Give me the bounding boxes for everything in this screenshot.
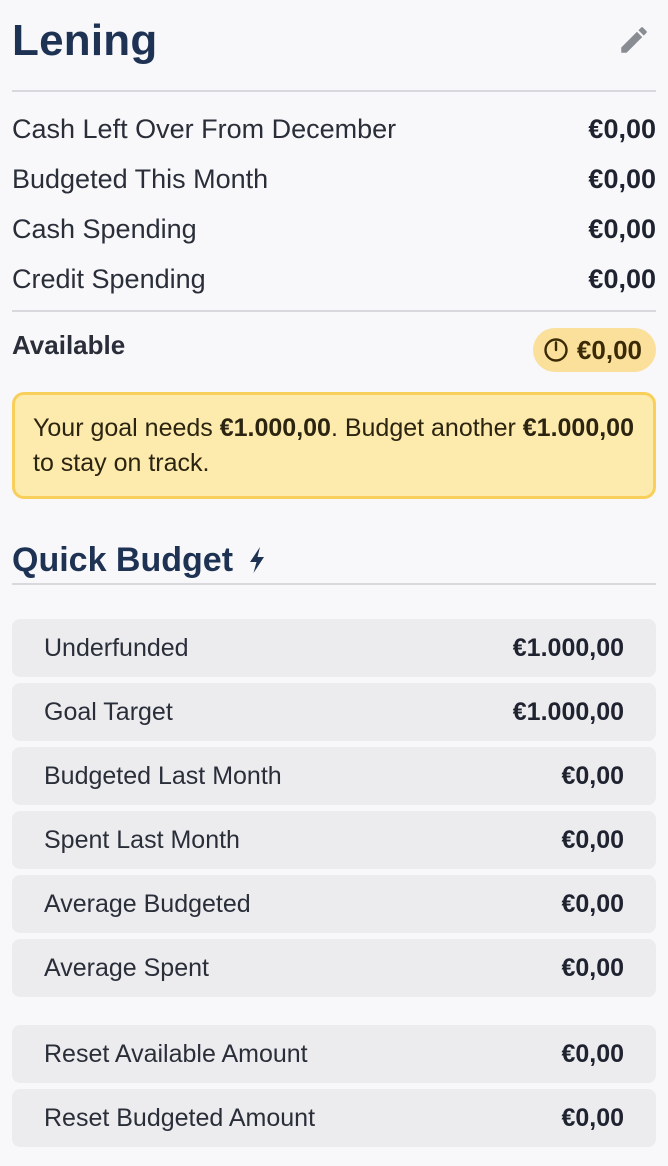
lightning-icon <box>250 547 265 573</box>
summary-row-budgeted-this-month: Budgeted This Month €0,00 <box>12 154 656 204</box>
edit-button[interactable] <box>614 20 654 60</box>
quick-budget-value: €0,00 <box>561 761 624 790</box>
quick-budget-reset-budgeted[interactable]: Reset Budgeted Amount €0,00 <box>12 1089 656 1147</box>
quick-budget-value: €0,00 <box>561 889 624 918</box>
clock-icon <box>544 338 568 362</box>
goal-text: . Budget another <box>330 414 523 442</box>
summary-label: Cash Left Over From December <box>12 113 397 144</box>
quick-budget-spacer <box>12 1003 656 1025</box>
goal-message: Your goal needs €1.000,00. Budget anothe… <box>12 392 656 499</box>
summary-label: Cash Spending <box>12 213 197 244</box>
quick-budget-value: €0,00 <box>561 1103 624 1132</box>
available-row: Available €0,00 <box>12 312 656 388</box>
quick-budget-label: Spent Last Month <box>44 825 240 854</box>
goal-amount: €1.000,00 <box>219 414 331 442</box>
available-amount-pill[interactable]: €0,00 <box>532 328 656 372</box>
summary-label: Budgeted This Month <box>12 163 269 194</box>
quick-budget-spent-last-month[interactable]: Spent Last Month €0,00 <box>12 811 656 869</box>
category-title: Lening <box>12 16 158 65</box>
summary-row-cash-left-over: Cash Left Over From December €0,00 <box>12 104 656 154</box>
quick-budget-label: Goal Target <box>44 697 173 726</box>
quick-budget-value: €0,00 <box>561 825 624 854</box>
available-value: €0,00 <box>576 334 642 365</box>
quick-budget-underfunded[interactable]: Underfunded €1.000,00 <box>12 619 656 677</box>
budget-summary: Cash Left Over From December €0,00 Budge… <box>12 92 656 310</box>
goal-text: Your goal needs <box>33 414 220 442</box>
summary-value: €0,00 <box>588 213 656 244</box>
quick-budget-value: €1.000,00 <box>512 697 624 726</box>
quick-budget-list: Underfunded €1.000,00 Goal Target €1.000… <box>12 619 656 1147</box>
summary-row-credit-spending: Credit Spending €0,00 <box>12 254 656 304</box>
quick-budget-average-budgeted[interactable]: Average Budgeted €0,00 <box>12 875 656 933</box>
pencil-icon <box>621 27 647 53</box>
available-label: Available <box>12 329 126 360</box>
quick-budget-title: Quick Budget <box>12 540 234 579</box>
goal-remaining-amount: €1.000,00 <box>522 414 634 442</box>
summary-value: €0,00 <box>588 113 656 144</box>
quick-budget-label: Average Budgeted <box>44 889 251 918</box>
quick-budget-value: €0,00 <box>561 1039 624 1068</box>
quick-budget-label: Underfunded <box>44 633 189 662</box>
quick-budget-label: Reset Available Amount <box>44 1039 308 1068</box>
quick-budget-label: Budgeted Last Month <box>44 761 282 790</box>
inspector-header: Lening <box>12 0 656 90</box>
quick-budget-value: €0,00 <box>561 953 624 982</box>
summary-row-cash-spending: Cash Spending €0,00 <box>12 204 656 254</box>
quick-budget-reset-available[interactable]: Reset Available Amount €0,00 <box>12 1025 656 1083</box>
summary-value: €0,00 <box>588 163 656 194</box>
category-inspector: Lening Cash Left Over From December €0,0… <box>0 0 668 1166</box>
quick-budget-header: Quick Budget <box>12 537 656 583</box>
quick-budget-goal-target[interactable]: Goal Target €1.000,00 <box>12 683 656 741</box>
quick-budget-label: Average Spent <box>44 953 209 982</box>
goal-text: to stay on track. <box>33 449 210 477</box>
quick-budget-label: Reset Budgeted Amount <box>44 1103 316 1132</box>
quick-budget-value: €1.000,00 <box>512 633 624 662</box>
summary-value: €0,00 <box>588 263 656 294</box>
quick-budget-budgeted-last-month[interactable]: Budgeted Last Month €0,00 <box>12 747 656 805</box>
quick-budget-average-spent[interactable]: Average Spent €0,00 <box>12 939 656 997</box>
quick-budget-divider <box>12 583 656 585</box>
summary-label: Credit Spending <box>12 263 206 294</box>
